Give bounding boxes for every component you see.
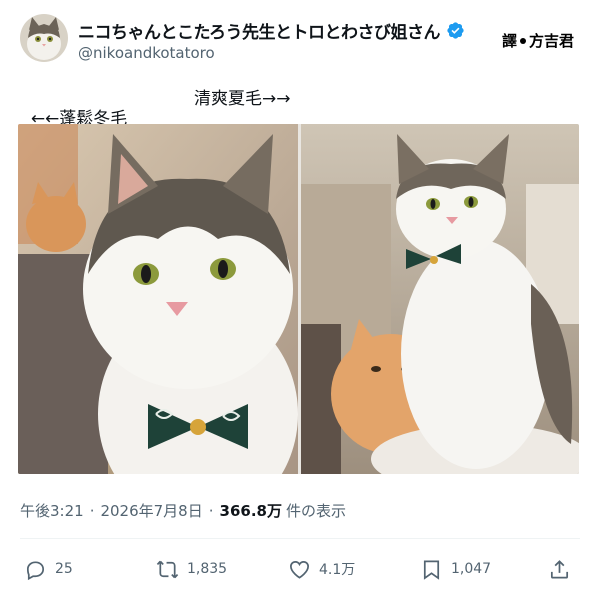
- photo-summer-cat[interactable]: [301, 124, 579, 474]
- repost-count: 1,835: [187, 561, 228, 577]
- meta-separator: ·: [208, 501, 214, 520]
- repost-icon: [156, 560, 179, 578]
- stamp-dot: [519, 37, 526, 44]
- like-count: 4.1万: [319, 562, 356, 578]
- display-name[interactable]: ニコちゃんとこたろう先生とトロとわさび姐さん: [78, 18, 440, 43]
- share-icon: [550, 559, 569, 579]
- photo-winter-cat[interactable]: [18, 124, 298, 474]
- views-label: 件の表示: [285, 502, 346, 520]
- action-bar: 25 1,835 4.1万 1,047: [20, 552, 580, 586]
- repost-button[interactable]: 1,835: [156, 552, 227, 586]
- tweet-text-right: 清爽夏毛→→: [194, 89, 291, 109]
- reply-icon: [26, 560, 45, 580]
- like-button[interactable]: 4.1万: [288, 552, 355, 586]
- summer-cat-image: [301, 124, 579, 474]
- stamp-left: 譯: [501, 32, 517, 50]
- reply-count: 25: [55, 561, 73, 577]
- tweet-media: [18, 124, 579, 474]
- avatar[interactable]: [20, 14, 68, 62]
- bookmark-icon: [423, 559, 440, 580]
- heart-icon: [290, 560, 309, 579]
- divider: [20, 538, 580, 539]
- reply-button[interactable]: 25: [24, 552, 73, 586]
- tweet-time[interactable]: 午後3:21: [20, 500, 84, 521]
- translator-stamp: 譯 方吉君: [502, 30, 574, 51]
- cat-avatar-image: [20, 14, 68, 62]
- bookmark-count: 1,047: [451, 561, 492, 577]
- views-count[interactable]: 366.8万: [220, 500, 282, 521]
- winter-cat-image: [18, 124, 298, 474]
- bookmark-button[interactable]: 1,047: [420, 552, 491, 586]
- verified-badge-icon: [447, 22, 464, 39]
- share-button[interactable]: [548, 552, 579, 586]
- user-handle[interactable]: @nikoandkotatoro: [78, 44, 215, 62]
- name-row: ニコちゃんとこたろう先生とトロとわさび姐さん: [78, 18, 465, 43]
- stamp-right: 方吉君: [528, 32, 574, 50]
- tweet-meta: 午後3:21 · 2026年7月8日 · 366.8万 件の表示: [20, 500, 346, 521]
- tweet-header: ニコちゃんとこたろう先生とトロとわさび姐さん @nikoandkotatoro …: [20, 12, 580, 64]
- tweet-date[interactable]: 2026年7月8日: [100, 500, 202, 521]
- meta-separator: ·: [89, 501, 95, 520]
